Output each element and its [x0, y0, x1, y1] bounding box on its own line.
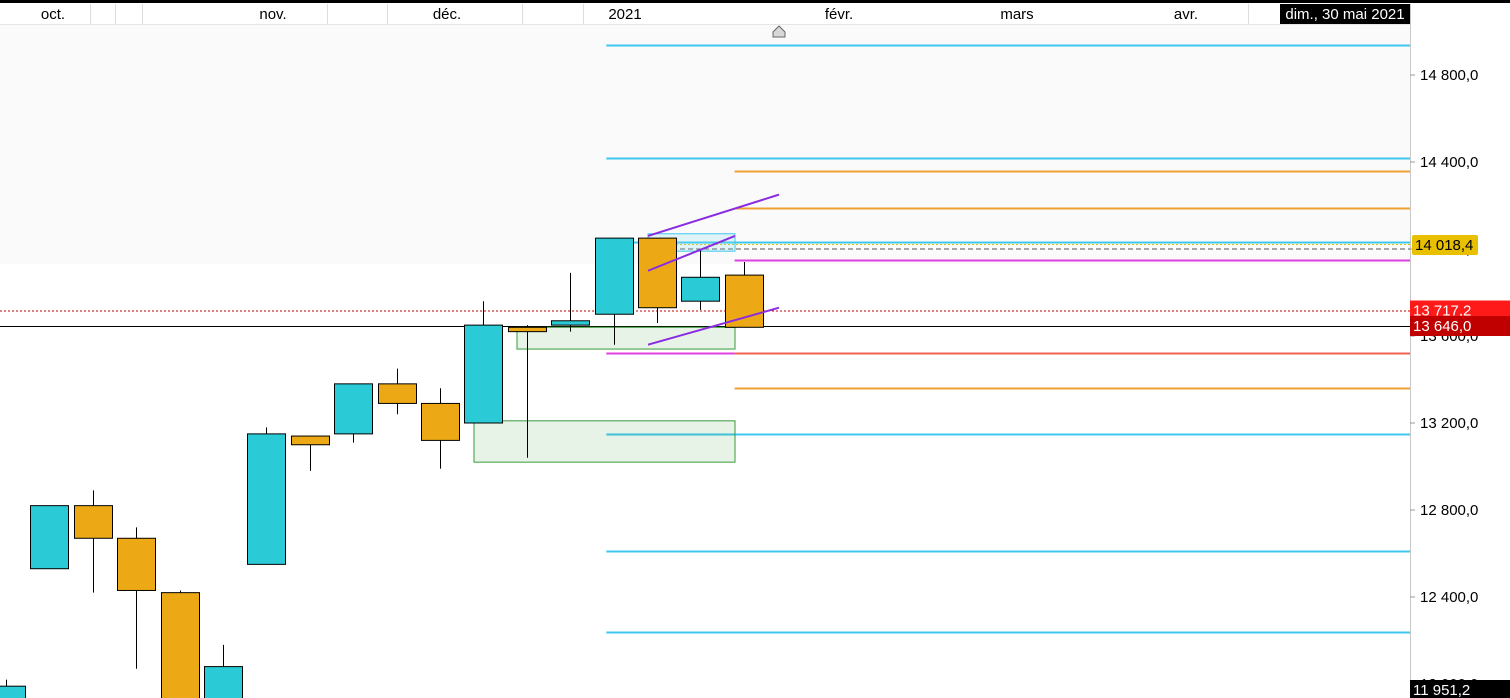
shaded-region: [0, 24, 1410, 264]
candle-body: [638, 237, 677, 309]
candle-body: [30, 505, 69, 570]
price-tick-label: 12 400,0: [1420, 589, 1478, 606]
candle-body: [204, 666, 243, 698]
price-tick-label: 14 400,0: [1420, 154, 1478, 171]
price-value-text: 14 018,4: [1415, 237, 1473, 254]
candle-body: [247, 433, 286, 565]
candle-body: [681, 276, 720, 302]
candle-body: [508, 326, 547, 333]
candle-body: [117, 537, 156, 591]
cursor-date-text: dim., 30 mai 2021: [1285, 6, 1404, 23]
candle-body: [421, 402, 460, 441]
candle-body: [0, 685, 26, 698]
month-label: févr.: [825, 6, 853, 23]
month-label: 2021: [608, 6, 641, 23]
price-value-label: 14 018,4: [1412, 234, 1478, 255]
price-value-text: 13 646,0: [1413, 318, 1471, 335]
price-axis: 14 800,014 400,014 000,013 600,013 200,0…: [1410, 67, 1478, 693]
candlestick-chart[interactable]: 14 800,014 400,014 000,013 600,013 200,0…: [0, 0, 1510, 698]
month-label: oct.: [41, 6, 65, 23]
price-value-text: 11 951,2: [1413, 682, 1470, 698]
price-tick-label: 12 800,0: [1420, 502, 1478, 519]
cursor-date-label: dim., 30 mai 2021: [1280, 4, 1410, 24]
candle-body: [464, 324, 503, 424]
candle-body: [161, 592, 200, 698]
month-label: nov.: [259, 6, 286, 23]
candle-body: [725, 274, 764, 328]
candle-body: [551, 320, 590, 326]
candle-body: [595, 237, 634, 315]
price-value-label: 13 646,0: [1410, 315, 1510, 336]
demand-zone: [516, 326, 736, 350]
candle-body: [334, 383, 373, 435]
month-label: déc.: [433, 6, 461, 23]
price-tick-label: 13 200,0: [1420, 415, 1478, 432]
chart-area[interactable]: 14 800,014 400,014 000,013 600,013 200,0…: [0, 0, 1510, 698]
month-label: mars: [1000, 6, 1033, 23]
candle-body: [378, 383, 417, 404]
candle-body: [74, 505, 113, 539]
candle-body: [291, 435, 330, 446]
price-value-label: 11 951,2: [1410, 680, 1510, 698]
price-labels: 14 018,413 717,213 646,011 951,2: [1410, 234, 1510, 698]
month-label: avr.: [1174, 6, 1198, 23]
demand-zone: [473, 420, 736, 463]
price-tick-label: 14 800,0: [1420, 67, 1478, 84]
